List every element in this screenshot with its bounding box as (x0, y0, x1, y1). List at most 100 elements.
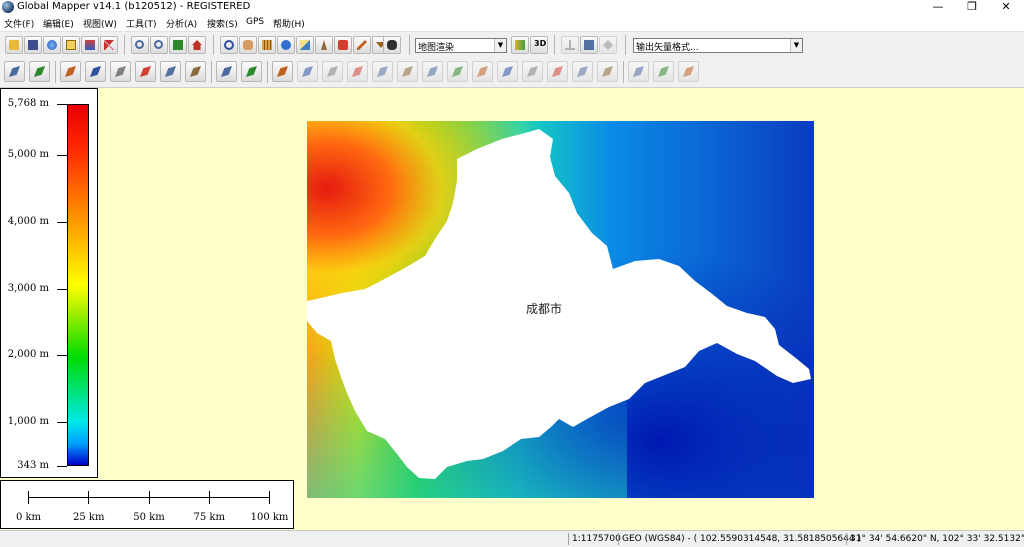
scale-tick (269, 491, 270, 504)
pan-tool-button[interactable] (239, 36, 257, 54)
difference-icon (452, 66, 463, 77)
tower-icon (321, 40, 327, 50)
open-file-button[interactable] (5, 36, 23, 54)
menu-file[interactable]: 文件(F) (4, 17, 34, 30)
save-button[interactable] (24, 36, 42, 54)
edit-feature-button[interactable] (60, 61, 81, 82)
label-icon (140, 66, 151, 77)
difference-button[interactable] (447, 61, 468, 82)
home-button[interactable] (188, 36, 206, 54)
draw-button[interactable] (272, 61, 293, 82)
tools-button[interactable] (100, 36, 118, 54)
toolbar-separator (211, 61, 212, 83)
full-view-button[interactable] (169, 36, 187, 54)
menu-gps[interactable]: GPS (246, 17, 264, 27)
merge-button[interactable] (322, 61, 343, 82)
menu-edit[interactable]: 编辑(E) (43, 17, 74, 30)
chevron-down-icon[interactable]: ▼ (790, 39, 802, 52)
toolbar-separator (625, 35, 626, 55)
split-button[interactable] (297, 61, 318, 82)
search-button[interactable] (383, 36, 401, 54)
restore-button[interactable]: ❐ (955, 0, 989, 15)
view-shed-button[interactable] (315, 36, 333, 54)
buffer-button[interactable] (160, 61, 181, 82)
map-canvas[interactable]: 5,768 m 5,000 m 4,000 m 3,000 m 2,000 m 1,000… (0, 88, 1024, 530)
legend-label: 343 m (17, 460, 49, 471)
zoom-in-button[interactable] (131, 36, 149, 54)
layers-icon (66, 40, 76, 50)
menu-view[interactable]: 视图(W) (83, 17, 117, 30)
feature-info-button[interactable] (277, 36, 295, 54)
undo-icon (633, 66, 644, 77)
clip-button[interactable] (597, 61, 618, 82)
export-format-select[interactable]: 输出矢量格式... ▼ (633, 38, 803, 53)
minimize-button[interactable]: — (921, 0, 955, 15)
cut-icon (352, 66, 363, 77)
title-bar: Global Mapper v14.1 (b120512) - REGISTER… (0, 0, 1024, 15)
elevation-color-bar (67, 104, 89, 466)
simplify-button[interactable] (497, 61, 518, 82)
online-data-button[interactable] (43, 36, 61, 54)
print-button[interactable] (580, 36, 598, 54)
close-button[interactable]: ✕ (989, 0, 1023, 15)
insert-vertex-button[interactable] (110, 61, 131, 82)
legend-tick (57, 288, 67, 290)
legend-tick (57, 466, 67, 467)
union-button[interactable] (422, 61, 443, 82)
grid-button[interactable] (185, 61, 206, 82)
view-3d-label: 3D (534, 39, 547, 48)
elevation-map-image[interactable]: 成都市 (307, 121, 814, 498)
transform-button[interactable] (599, 36, 617, 54)
rotate-button[interactable] (241, 61, 262, 82)
combine-button[interactable] (572, 61, 593, 82)
join-button[interactable] (397, 61, 418, 82)
status-scale: 1:1175700 (568, 533, 621, 545)
digitizer-toolbar (0, 58, 1024, 88)
control-icon (338, 40, 348, 50)
create-line-button[interactable] (29, 61, 50, 82)
info-icon (281, 40, 291, 50)
view-3d-button[interactable]: 3D (530, 36, 548, 54)
smooth-button[interactable] (522, 61, 543, 82)
zoom-tool-button[interactable] (220, 36, 238, 54)
undo-button[interactable] (628, 61, 649, 82)
shader-select[interactable]: 地图渲染 ▼ (415, 38, 507, 53)
reshape-button[interactable] (85, 61, 106, 82)
cut-button[interactable] (347, 61, 368, 82)
menu-help[interactable]: 帮助(H) (273, 17, 305, 30)
menu-analysis[interactable]: 分析(A) (166, 17, 197, 30)
fill-button[interactable] (547, 61, 568, 82)
config-button[interactable] (81, 36, 99, 54)
measure-tool-button[interactable] (258, 36, 276, 54)
print-icon (584, 40, 594, 50)
crop-button[interactable] (372, 61, 393, 82)
save-icon (28, 40, 38, 50)
menu-tools[interactable]: 工具(T) (126, 17, 157, 30)
legend-label: 5,768 m (7, 98, 49, 109)
control-center-button[interactable] (334, 36, 352, 54)
legend-tick (57, 155, 67, 157)
overlay-control-button[interactable] (62, 36, 80, 54)
scale-label: 25 km (73, 512, 105, 523)
zoom-out-icon (154, 40, 163, 49)
move-button[interactable] (216, 61, 237, 82)
digitizer-button[interactable] (353, 36, 371, 54)
status-coordinates: 31° 34' 54.6620" N, 102° 33' 32.5132" E (846, 533, 1024, 545)
label-button[interactable] (135, 61, 156, 82)
zoom-out-button[interactable] (150, 36, 168, 54)
split-icon (302, 66, 313, 77)
raise-layer-button[interactable] (561, 36, 579, 54)
shader-settings-button[interactable] (511, 36, 529, 54)
intersect-button[interactable] (472, 61, 493, 82)
region-label[interactable]: 成都市 (526, 301, 562, 316)
redo-button[interactable] (653, 61, 674, 82)
create-area-button[interactable] (4, 61, 25, 82)
legend-label: 4,000 m (7, 215, 49, 227)
chevron-down-icon[interactable]: ▼ (494, 39, 506, 52)
rotate-feature-button[interactable] (678, 61, 699, 82)
menu-search[interactable]: 搜索(S) (207, 17, 238, 30)
globe-icon (47, 40, 57, 50)
path-profile-button[interactable] (296, 36, 314, 54)
rotate-icon (246, 66, 257, 77)
scale-label: 0 km (15, 512, 42, 523)
